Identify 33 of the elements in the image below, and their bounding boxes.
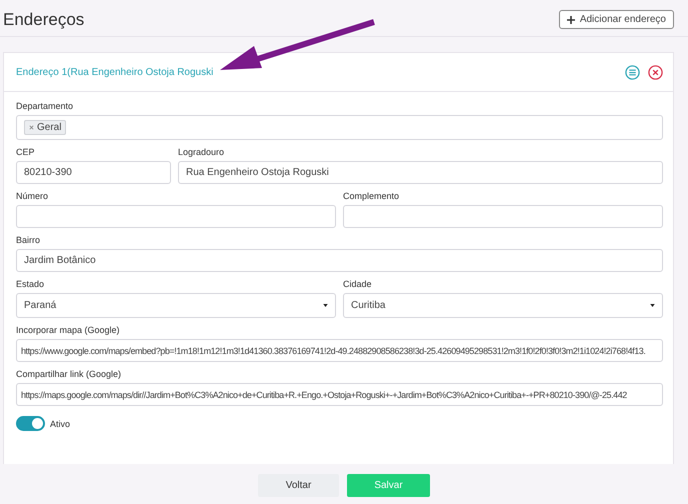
plus-icon (566, 16, 575, 24)
input-field[interactable]: https://www.google.com/maps/embed?pb=!1m18!1m12!1m3!1d41360.38376169741!2d-49.24882908586238!3d-25.42609495298531!2m3!1f0!2f0!3f0!3m2!1i1024!2i768!4f13. (16, 339, 663, 362)
close-icon[interactable] (29, 125, 34, 130)
field-label: Bairro (16, 235, 42, 245)
add-address-button[interactable]: Adicionar endereço (558, 10, 674, 29)
field-label: Incorporar mapa (Google) (16, 325, 121, 335)
back-button[interactable]: Voltar (258, 474, 339, 497)
input-field[interactable] (343, 205, 663, 228)
field-label: CEP (16, 147, 36, 157)
toggle-label: Ativo (50, 418, 70, 428)
field-label: Cidade (343, 279, 373, 289)
select-field[interactable]: Curitiba (343, 293, 663, 318)
field-label: Número (16, 191, 50, 201)
input-field[interactable]: Rua Engenheiro Ostoja Roguski (178, 161, 663, 184)
field-label: Compartilhar link (Google) (16, 369, 122, 379)
field-label: Logradouro (178, 147, 226, 157)
page-title: Endereços (3, 10, 84, 30)
select-field[interactable]: Paraná (16, 293, 336, 318)
input-field[interactable]: https://maps.google.com/maps/dir//Jardim+Bot%C3%A2nico+de+Curitiba+R.+Engo.+Ostoja+Roguski+-+Jardim+Bot%C3%A2nico+Curitiba+-+PR+80210-390/@-25.442 (16, 383, 663, 406)
input-field[interactable]: Jardim Botânico (16, 249, 663, 272)
caret-icon (650, 304, 655, 307)
input-field[interactable]: 80210-390 (16, 161, 171, 184)
input-field[interactable] (16, 205, 336, 228)
field-label: Departamento (16, 101, 74, 111)
card-title: Endereço 1(Rua Engenheiro Ostoja Roguski (16, 66, 214, 78)
caret-icon (323, 304, 328, 307)
menu-icon[interactable] (625, 64, 640, 80)
field-label: Estado (16, 279, 46, 289)
tag-field[interactable]: Geral (16, 115, 663, 140)
close-icon[interactable] (648, 64, 663, 80)
tag-label: Geral (37, 122, 62, 133)
field-label: Complemento (343, 191, 400, 201)
active-toggle[interactable] (16, 416, 45, 431)
